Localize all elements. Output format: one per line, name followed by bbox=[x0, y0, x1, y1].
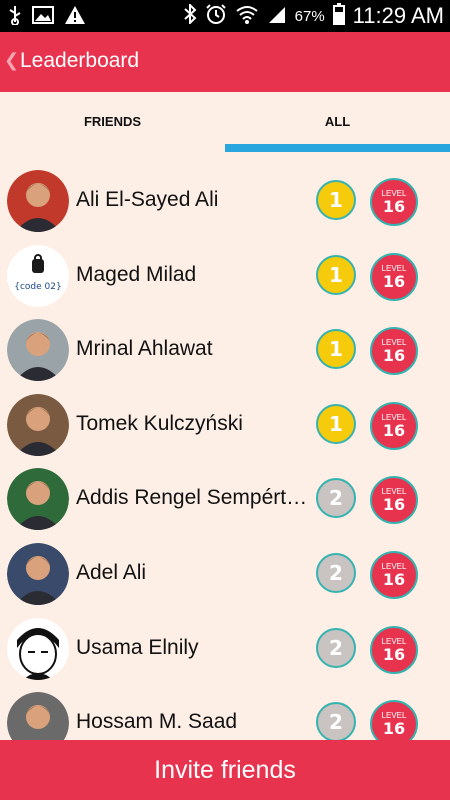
alarm-icon bbox=[205, 3, 227, 29]
rank-badge: 1 bbox=[316, 254, 356, 295]
level-badge: LEVEL 16 bbox=[370, 700, 418, 740]
level-badge: LEVEL 16 bbox=[370, 550, 418, 599]
level-number: 16 bbox=[382, 420, 406, 440]
level-number: 16 bbox=[382, 495, 406, 515]
rank-badge: 2 bbox=[316, 627, 356, 668]
rank-badge: 1 bbox=[316, 180, 356, 220]
level-number: 16 bbox=[382, 719, 406, 739]
level-badge: LEVEL 16 bbox=[370, 476, 418, 525]
list-item[interactable]: Hossam M. Saad 2 LEVEL 16 bbox=[0, 686, 450, 740]
level-badge: LEVEL 16 bbox=[370, 178, 418, 226]
tab-bar: FRIENDS ALL bbox=[0, 92, 450, 152]
player-name[interactable]: Addis Rengel Sempértegui bbox=[76, 486, 316, 510]
signal-icon bbox=[267, 4, 287, 28]
list-item[interactable]: Usama Elnily 2 LEVEL 16 bbox=[0, 612, 450, 687]
level-number: 16 bbox=[382, 197, 406, 216]
list-item[interactable]: Ali El-Sayed Ali 1 LEVEL 16 bbox=[0, 164, 450, 239]
battery-icon bbox=[332, 3, 345, 29]
level-number: 16 bbox=[382, 346, 406, 366]
rank-badge: 1 bbox=[316, 329, 356, 370]
image-icon bbox=[32, 6, 54, 28]
level-number: 16 bbox=[382, 271, 406, 291]
rank-badge: 2 bbox=[316, 478, 356, 519]
player-name[interactable]: Tomek Kulczyński bbox=[76, 412, 316, 436]
bluetooth-icon bbox=[183, 2, 197, 28]
level-badge: LEVEL 16 bbox=[370, 401, 418, 450]
list-item[interactable]: Adel Ali 2 LEVEL 16 bbox=[0, 537, 450, 612]
rank-badge: 2 bbox=[316, 552, 356, 593]
wifi-icon bbox=[235, 4, 259, 28]
warning-icon bbox=[64, 5, 86, 29]
rank-badge: 1 bbox=[316, 403, 356, 444]
level-badge: LEVEL 16 bbox=[370, 252, 418, 301]
player-name[interactable]: Mrinal Ahlawat bbox=[76, 337, 316, 361]
level-number: 16 bbox=[382, 644, 406, 664]
selected-tab-indicator bbox=[225, 144, 450, 152]
usb-icon bbox=[8, 5, 22, 29]
avatar[interactable] bbox=[7, 319, 69, 382]
page-title[interactable]: Leaderboard bbox=[20, 49, 139, 73]
back-chevron-icon[interactable]: ❮ bbox=[4, 50, 19, 71]
level-badge: LEVEL 16 bbox=[370, 327, 418, 376]
list-item[interactable]: Addis Rengel Sempértegui 2 LEVEL 16 bbox=[0, 462, 450, 537]
avatar[interactable]: {code 02} bbox=[7, 244, 69, 307]
player-name[interactable]: Usama Elnily bbox=[76, 636, 316, 660]
list-item[interactable]: Mrinal Ahlawat 1 LEVEL 16 bbox=[0, 313, 450, 388]
status-bar: 67% 11:29 AM bbox=[0, 0, 450, 32]
avatar[interactable] bbox=[7, 617, 69, 680]
player-name[interactable]: Hossam M. Saad bbox=[76, 710, 316, 734]
rank-badge: 2 bbox=[316, 702, 356, 740]
list-item[interactable]: {code 02} Maged Milad 1 LEVEL 16 bbox=[0, 239, 450, 314]
tab-all[interactable]: ALL bbox=[225, 92, 450, 152]
battery-percent: 67% bbox=[294, 7, 325, 25]
avatar[interactable] bbox=[7, 170, 69, 232]
player-name[interactable]: Maged Milad bbox=[76, 263, 316, 287]
avatar[interactable] bbox=[7, 692, 69, 740]
level-badge: LEVEL 16 bbox=[370, 625, 418, 674]
invite-friends-button[interactable]: Invite friends bbox=[0, 740, 450, 800]
app-bar: ❮ Leaderboard bbox=[0, 32, 450, 92]
player-name[interactable]: Adel Ali bbox=[76, 561, 316, 585]
player-name[interactable]: Ali El-Sayed Ali bbox=[76, 188, 316, 212]
tab-friends[interactable]: FRIENDS bbox=[0, 92, 225, 152]
avatar[interactable] bbox=[7, 393, 69, 456]
level-number: 16 bbox=[382, 569, 406, 589]
avatar[interactable] bbox=[7, 468, 69, 531]
avatar-logo-text: {code 02} bbox=[14, 282, 61, 292]
status-time: 11:29 AM bbox=[352, 3, 444, 28]
avatar[interactable] bbox=[7, 542, 69, 605]
list-item[interactable]: Tomek Kulczyński 1 LEVEL 16 bbox=[0, 388, 450, 463]
leaderboard-list: Ali El-Sayed Ali 1 LEVEL 16 {code 02} Maged M… bbox=[0, 164, 450, 740]
